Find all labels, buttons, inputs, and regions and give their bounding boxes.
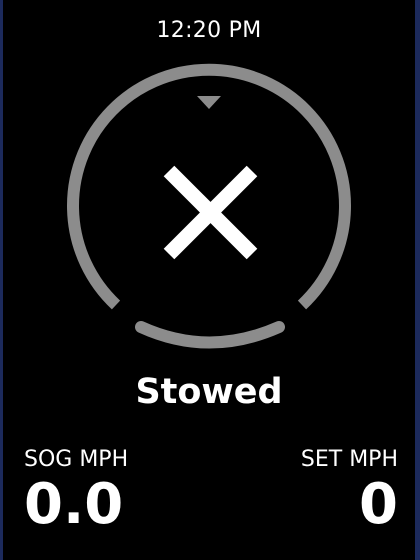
sog-value: 0.0	[24, 472, 124, 537]
set-speed-value: 0	[359, 472, 398, 537]
heading-pointer-icon	[197, 96, 221, 109]
motor-status-label: Stowed	[135, 372, 283, 412]
dial-bottom-arc	[135, 321, 285, 349]
x-mark-icon	[163, 165, 258, 260]
sog-label: SOG MPH	[24, 447, 129, 472]
set-speed-label: SET MPH	[300, 447, 398, 472]
trolling-motor-screen: 12:20 PM Stowed SOG MPH 0.0 SET MPH 0	[3, 0, 415, 560]
